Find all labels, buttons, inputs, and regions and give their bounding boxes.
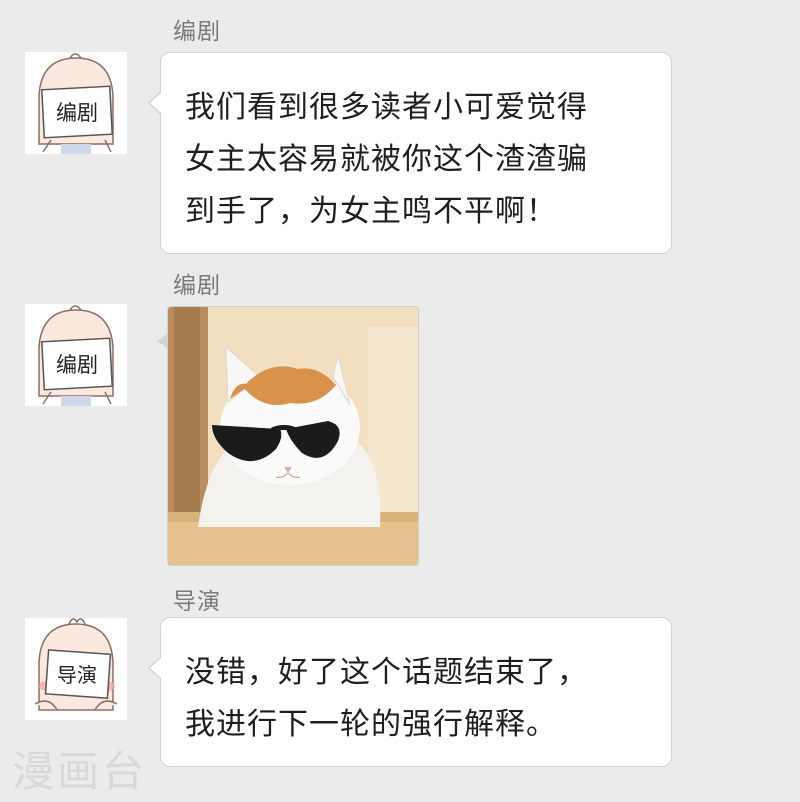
sender-name: 编剧 <box>173 19 221 45</box>
message-text-line: 我们看到很多读者小可爱觉得 <box>185 90 588 125</box>
avatar[interactable]: 编剧 <box>25 52 127 154</box>
chibi-avatar-icon: 编剧 <box>25 304 127 406</box>
bubble-pointer <box>157 334 167 348</box>
svg-text:编剧: 编剧 <box>56 101 98 125</box>
avatar[interactable]: 导演 <box>25 618 127 720</box>
message-text-line: 女主太容易就被你这个渣渣骗 <box>185 142 588 177</box>
message-text-line: 到手了，为女主鸣不平啊！ <box>185 194 557 229</box>
message-text-line: 没错，好了这个话题结束了， <box>185 655 588 690</box>
avatar[interactable]: 编剧 <box>25 304 127 406</box>
chibi-avatar-icon: 导演 <box>25 618 127 720</box>
chibi-avatar-icon: 编剧 <box>25 52 127 154</box>
message-bubble[interactable]: 我们看到很多读者小可爱觉得 女主太容易就被你这个渣渣骗 到手了，为女主鸣不平啊！ <box>148 52 672 254</box>
watermark: 漫画台 <box>12 747 148 796</box>
sender-name: 导演 <box>173 589 221 615</box>
cat-sunglasses-image <box>168 307 418 565</box>
sender-name: 编剧 <box>173 273 221 299</box>
svg-text:编剧: 编剧 <box>56 353 98 377</box>
message-bubble[interactable]: 没错，好了这个话题结束了， 我进行下一轮的强行解释。 <box>148 617 672 767</box>
svg-text:导演: 导演 <box>57 663 97 687</box>
image-message[interactable] <box>167 306 419 566</box>
message-text-line: 我进行下一轮的强行解释。 <box>185 707 557 742</box>
